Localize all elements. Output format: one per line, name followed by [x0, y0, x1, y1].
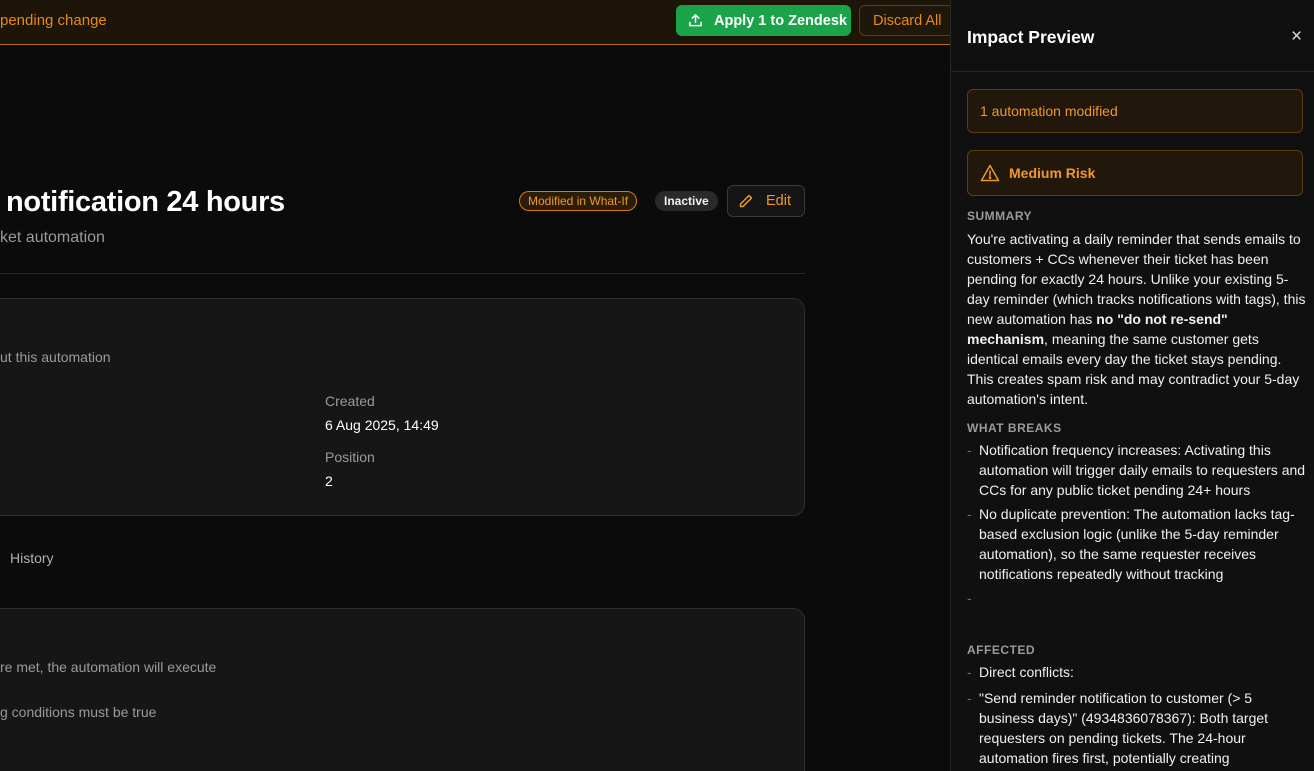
page-subtitle: ket automation [0, 229, 105, 246]
tab-history[interactable]: History [10, 550, 54, 566]
summary-heading: SUMMARY [967, 209, 1033, 223]
position-value: 2 [325, 473, 333, 489]
upload-icon [689, 14, 702, 27]
affected-heading: AFFECTED [967, 643, 1035, 657]
list-item: - "Send reminder notification to customer… [967, 690, 1269, 766]
conditions-card [0, 608, 805, 771]
risk-label: Medium Risk [1009, 165, 1096, 181]
apply-label: Apply 1 to Zendesk [714, 12, 847, 29]
pending-change-text: pending change [0, 12, 107, 29]
summary-text: You're activating a daily reminder that … [967, 229, 1309, 409]
list-item: - Direct conflicts: [967, 664, 1074, 680]
created-label: Created [325, 393, 375, 409]
created-value: 6 Aug 2025, 14:49 [325, 417, 439, 433]
list-item: - No duplicate prevention: The automation… [967, 506, 1295, 582]
apply-to-zendesk-button[interactable]: Apply 1 to Zendesk [676, 5, 851, 36]
edit-button[interactable]: Edit [727, 185, 805, 217]
warning-icon [980, 164, 1000, 182]
edit-label: Edit [766, 193, 791, 209]
header-divider [0, 273, 805, 274]
what-breaks-heading: WHAT BREAKS [967, 421, 1062, 435]
conditions-description: re met, the automation will execute [0, 659, 217, 675]
close-icon[interactable]: × [1291, 26, 1302, 48]
details-description: ut this automation [0, 349, 111, 365]
page-title: notification 24 hours [6, 186, 285, 218]
conditions-requirement: g conditions must be true [0, 704, 157, 720]
details-card [0, 298, 805, 516]
discard-label: Discard All [873, 12, 942, 29]
modified-count-box: 1 automation modified [967, 89, 1303, 133]
pencil-icon [739, 194, 753, 208]
list-item: - Notification frequency increases: Activ… [967, 442, 1306, 498]
whatif-badge: Modified in What-If [519, 191, 638, 211]
position-label: Position [325, 449, 375, 465]
panel-header: Impact Preview × [951, 0, 1314, 72]
affected-list: - Direct conflicts: - "Send reminder notif… [967, 662, 1307, 771]
pending-changes-bar: pending change Apply 1 to Zendesk Discar… [0, 0, 954, 45]
risk-level-box: Medium Risk [967, 150, 1303, 196]
status-badge: Inactive [655, 191, 718, 211]
panel-title: Impact Preview [967, 27, 1095, 47]
impact-preview-panel: Impact Preview × 1 automation modified M… [950, 0, 1314, 771]
discard-all-button[interactable]: Discard All [859, 5, 954, 36]
what-breaks-list: - Notification frequency increases: Activ… [967, 442, 1306, 606]
